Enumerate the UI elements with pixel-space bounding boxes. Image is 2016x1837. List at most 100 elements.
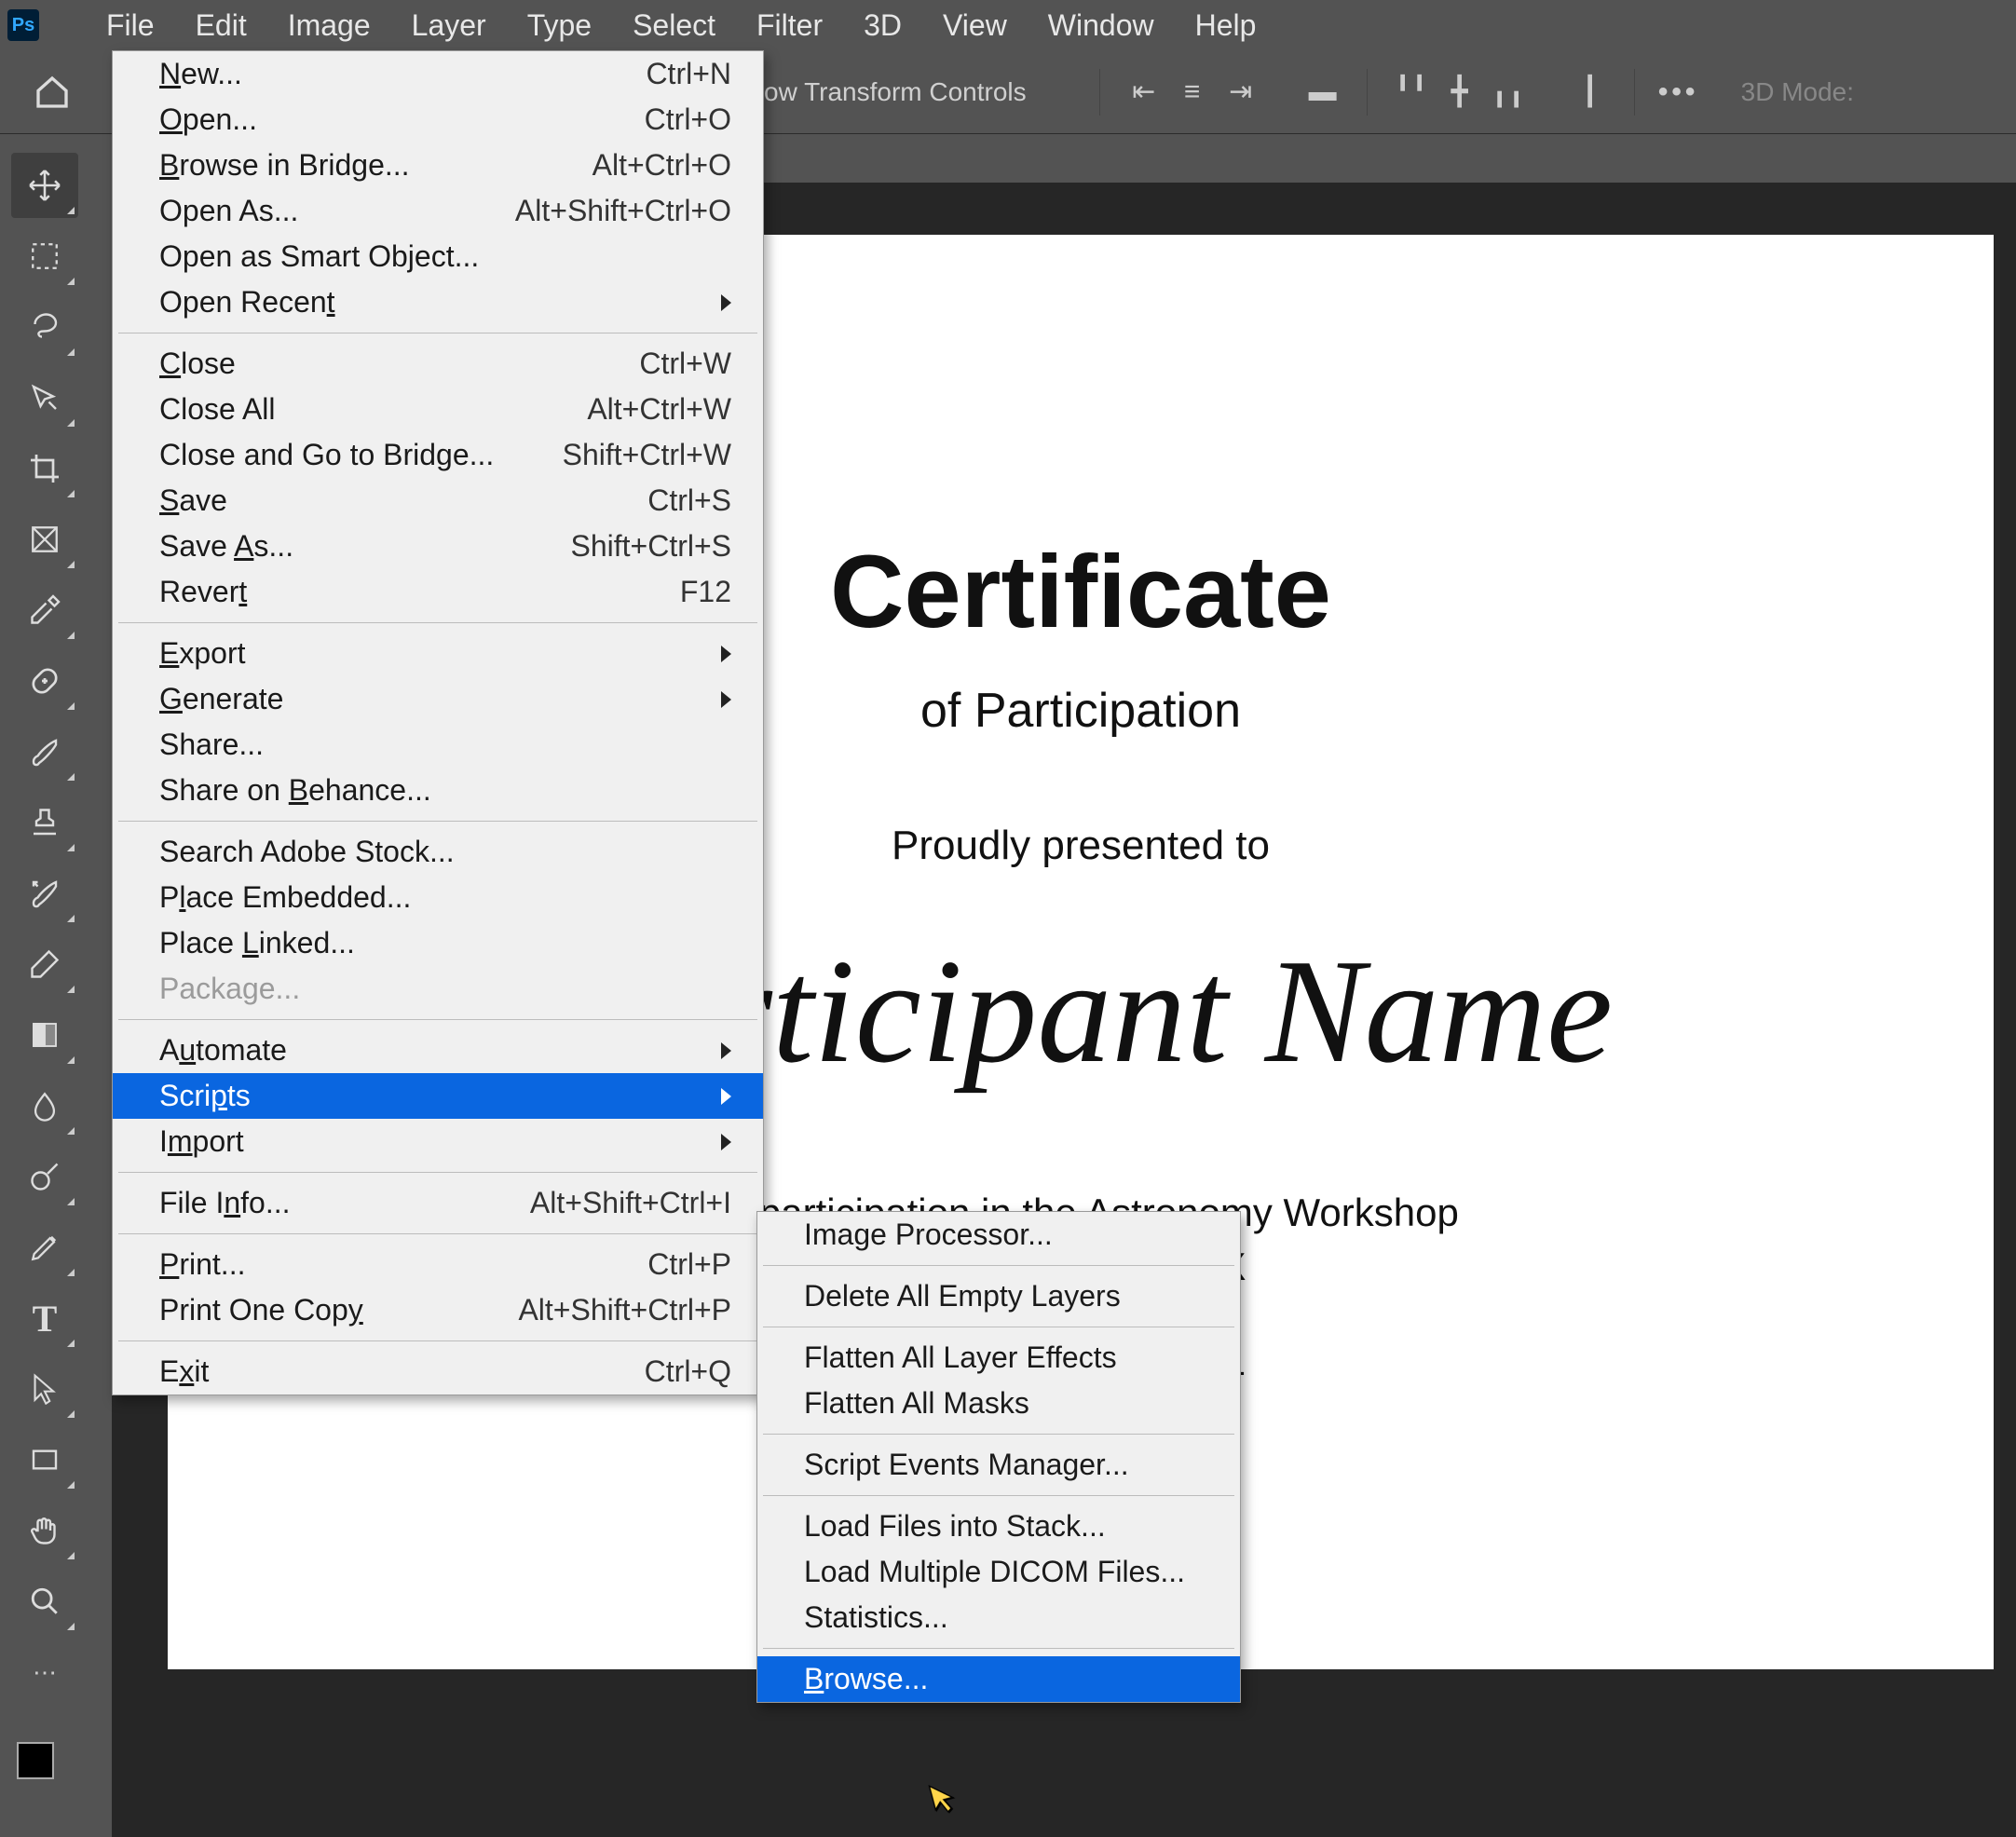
- file-menu-item-open-recent[interactable]: Open Recent: [113, 279, 763, 325]
- menu-item-label: Package...: [159, 972, 731, 1006]
- menu-item-label: Browse...: [804, 1662, 1208, 1696]
- tool-history-brush[interactable]: [11, 861, 78, 926]
- scripts-menu-item-image-processor[interactable]: Image Processor...: [757, 1212, 1240, 1258]
- file-menu-item-browse-in-bridge[interactable]: Browse in Bridge...Alt+Ctrl+O: [113, 143, 763, 188]
- menubar-item-select[interactable]: Select: [612, 1, 736, 50]
- tool-blur[interactable]: [11, 1073, 78, 1138]
- toolbar: T⋯: [0, 134, 89, 1785]
- menu-item-label: Generate: [159, 682, 710, 716]
- menubar-item-3d[interactable]: 3D: [843, 1, 922, 50]
- menubar-item-image[interactable]: Image: [267, 1, 391, 50]
- menu-item-label: Revert: [159, 575, 658, 609]
- menu-item-shortcut: Ctrl+Q: [622, 1354, 731, 1389]
- file-menu-item-print[interactable]: Print...Ctrl+P: [113, 1242, 763, 1287]
- tool-zoom[interactable]: [11, 1569, 78, 1634]
- tool-lasso[interactable]: [11, 294, 78, 360]
- file-menu-item-close-all[interactable]: Close AllAlt+Ctrl+W: [113, 387, 763, 432]
- tool-hand[interactable]: [11, 1498, 78, 1563]
- file-menu-item-import[interactable]: Import: [113, 1119, 763, 1164]
- tool-eyedropper[interactable]: [11, 578, 78, 643]
- menu-item-shortcut: Alt+Ctrl+O: [570, 148, 731, 183]
- file-menu-item-generate[interactable]: Generate: [113, 676, 763, 722]
- menu-item-label: Scripts: [159, 1079, 710, 1113]
- tool-move[interactable]: [11, 153, 78, 218]
- tool-frame[interactable]: [11, 507, 78, 572]
- file-menu-item-close-and-go-to-bridge[interactable]: Close and Go to Bridge...Shift+Ctrl+W: [113, 432, 763, 478]
- scripts-menu-item-delete-all-empty-layers[interactable]: Delete All Empty Layers: [757, 1273, 1240, 1319]
- file-menu-item-revert[interactable]: RevertF12: [113, 569, 763, 615]
- file-menu-item-search-adobe-stock[interactable]: Search Adobe Stock...: [113, 829, 763, 875]
- menu-item-label: Open as Smart Object...: [159, 239, 731, 274]
- scripts-menu-item-script-events-manager[interactable]: Script Events Manager...: [757, 1442, 1240, 1488]
- file-menu-item-place-embedded[interactable]: Place Embedded...: [113, 875, 763, 920]
- file-menu-item-save[interactable]: SaveCtrl+S: [113, 478, 763, 524]
- file-menu-item-close[interactable]: CloseCtrl+W: [113, 341, 763, 387]
- tool-eraser[interactable]: [11, 932, 78, 997]
- file-menu-item-open-as[interactable]: Open As...Alt+Shift+Ctrl+O: [113, 188, 763, 234]
- tool-dodge[interactable]: [11, 1144, 78, 1209]
- menu-item-label: Load Files into Stack...: [804, 1509, 1208, 1544]
- tool-pen[interactable]: [11, 1215, 78, 1280]
- file-menu-item-new[interactable]: New...Ctrl+N: [113, 51, 763, 97]
- menu-item-label: Open Recent: [159, 285, 710, 320]
- menu-item-label: Import: [159, 1124, 710, 1159]
- menubar-item-filter[interactable]: Filter: [736, 1, 843, 50]
- distribute-top-icon[interactable]: ╹╹: [1396, 76, 1427, 108]
- align-single-icon[interactable]: ▬: [1307, 76, 1339, 108]
- tool-rectangle[interactable]: [11, 1427, 78, 1492]
- tool-gradient[interactable]: [11, 1002, 78, 1068]
- scripts-menu-item-flatten-all-layer-effects[interactable]: Flatten All Layer Effects: [757, 1335, 1240, 1381]
- scripts-menu-item-browse[interactable]: Browse...: [757, 1656, 1240, 1702]
- menubar-item-view[interactable]: View: [922, 1, 1028, 50]
- tool-marquee[interactable]: [11, 224, 78, 289]
- file-menu-item-share-on-behance[interactable]: Share on Behance...: [113, 768, 763, 813]
- menubar-item-file[interactable]: File: [86, 1, 175, 50]
- tool-path-select[interactable]: [11, 1356, 78, 1422]
- tool-crop[interactable]: [11, 436, 78, 501]
- file-menu-item-place-linked[interactable]: Place Linked...: [113, 920, 763, 966]
- scripts-menu-item-load-files-into-stack[interactable]: Load Files into Stack...: [757, 1504, 1240, 1549]
- file-menu-item-print-one-copy[interactable]: Print One CopyAlt+Shift+Ctrl+P: [113, 1287, 763, 1333]
- file-menu-item-separator: [118, 1172, 757, 1173]
- edit-toolbar-icon[interactable]: ⋯: [11, 1640, 78, 1705]
- file-menu-item-open-as-smart-object[interactable]: Open as Smart Object...: [113, 234, 763, 279]
- menu-item-shortcut: F12: [658, 575, 731, 609]
- tool-stamp[interactable]: [11, 790, 78, 855]
- file-menu-item-share[interactable]: Share...: [113, 722, 763, 768]
- scripts-menu-item-flatten-all-masks[interactable]: Flatten All Masks: [757, 1381, 1240, 1426]
- menubar-item-edit[interactable]: Edit: [175, 1, 267, 50]
- distribute-single-icon[interactable]: ┃: [1574, 76, 1606, 108]
- file-menu-item-separator: [118, 622, 757, 623]
- file-menu-item-exit[interactable]: ExitCtrl+Q: [113, 1349, 763, 1395]
- menu-item-shortcut: Alt+Shift+Ctrl+O: [493, 194, 731, 228]
- menubar-item-window[interactable]: Window: [1028, 1, 1175, 50]
- scripts-menu-item-load-multiple-dicom-files[interactable]: Load Multiple DICOM Files...: [757, 1549, 1240, 1595]
- menubar-item-layer[interactable]: Layer: [391, 1, 507, 50]
- file-menu-item-open[interactable]: Open...Ctrl+O: [113, 97, 763, 143]
- menubar-item-type[interactable]: Type: [507, 1, 612, 50]
- submenu-arrow-icon: [721, 294, 731, 311]
- more-options-icon[interactable]: •••: [1663, 76, 1695, 108]
- home-button[interactable]: [19, 59, 86, 126]
- align-left-icon[interactable]: ⇤: [1128, 76, 1160, 108]
- file-menu-item-file-info[interactable]: File Info...Alt+Shift+Ctrl+I: [113, 1180, 763, 1226]
- file-menu-item-save-as[interactable]: Save As...Shift+Ctrl+S: [113, 524, 763, 569]
- file-menu-item-automate[interactable]: Automate: [113, 1027, 763, 1073]
- distribute-vcenter-icon[interactable]: ╋: [1444, 76, 1476, 108]
- menu-item-label: Share on Behance...: [159, 773, 731, 808]
- align-right-icon[interactable]: ⇥: [1225, 76, 1257, 108]
- menubar-item-help[interactable]: Help: [1175, 1, 1277, 50]
- file-menu-item-export[interactable]: Export: [113, 631, 763, 676]
- tool-brush[interactable]: [11, 719, 78, 784]
- menu-item-shortcut: Ctrl+S: [625, 483, 731, 518]
- tool-type[interactable]: T: [11, 1286, 78, 1351]
- align-center-h-icon[interactable]: ≡: [1177, 76, 1208, 108]
- file-menu-item-scripts[interactable]: Scripts: [113, 1073, 763, 1119]
- tool-healing[interactable]: [11, 648, 78, 714]
- scripts-menu-item-statistics[interactable]: Statistics...: [757, 1595, 1240, 1640]
- menu-item-label: Search Adobe Stock...: [159, 835, 731, 869]
- color-swatches[interactable]: [17, 1729, 73, 1785]
- tool-quick-select[interactable]: [11, 365, 78, 430]
- menu-item-shortcut: Alt+Shift+Ctrl+I: [508, 1186, 731, 1220]
- distribute-bottom-icon[interactable]: ╻╻: [1492, 76, 1524, 108]
